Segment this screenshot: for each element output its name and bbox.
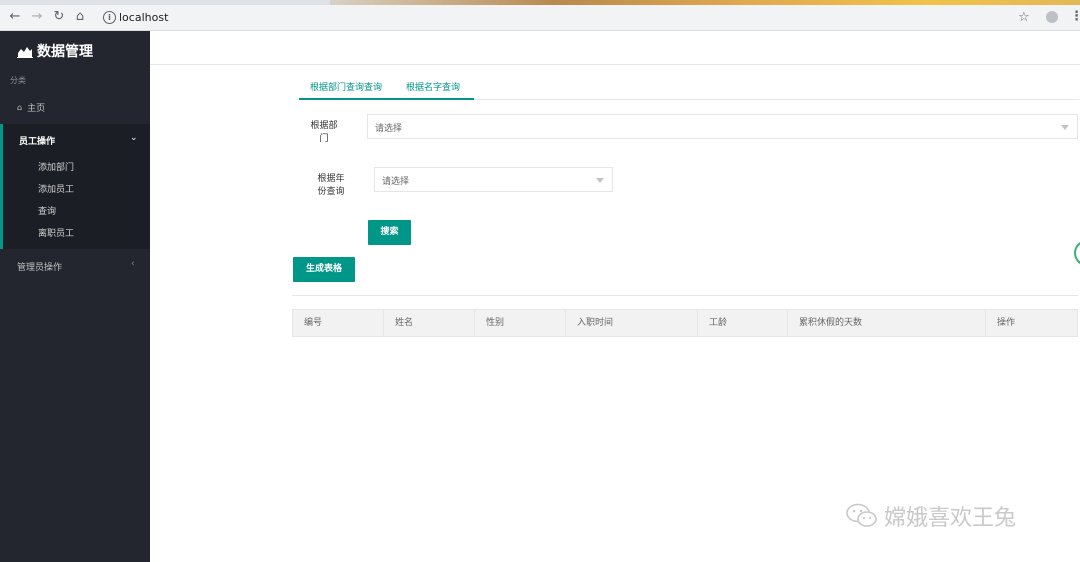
url-text: localhost (119, 11, 169, 24)
sidebar-group-employee: 员工操作 ⌄ 添加部门 添加员工 查询 离职员工 (0, 124, 150, 249)
sidebar-group-title[interactable]: 员工操作 (19, 134, 55, 147)
caret-down-icon (596, 178, 604, 183)
generate-table-button[interactable]: 生成表格 (293, 257, 355, 282)
query-tabs: 根据部门查询查询 根据名字查询 (299, 75, 1079, 100)
sidebar-item-query[interactable]: 查询 (38, 204, 56, 217)
brand[interactable]: 数据管理 (17, 41, 93, 61)
column-header-actions: 操作 (997, 318, 1016, 328)
browser-chrome: ← → ↻ ⌂ i localhost ☆ ⋮ (0, 0, 1080, 31)
sidebar: 数据管理 分类 ⌂ 主页 员工操作 ⌄ 添加部门 添加员工 查询 离职员工 管理… (0, 31, 150, 562)
sidebar-item-departed[interactable]: 离职员工 (38, 226, 74, 239)
column-header-name: 姓名 (384, 310, 475, 336)
year-label: 根据年份查询 (317, 174, 345, 197)
back-icon[interactable]: ← (8, 10, 22, 24)
browser-tabstrip (0, 0, 1080, 5)
chevron-left-icon[interactable]: ‹ (131, 259, 135, 269)
browser-menu-icon[interactable]: ⋮ (1070, 9, 1080, 24)
dept-select-placeholder: 请选择 (375, 124, 403, 134)
sidebar-category-label: 分类 (10, 76, 26, 85)
profile-avatar-icon[interactable] (1046, 11, 1058, 23)
sidebar-item-label: 主页 (27, 104, 46, 114)
dept-select[interactable]: 请选择 (367, 114, 1078, 139)
year-select-placeholder: 请选择 (382, 177, 410, 187)
tab-query-by-name[interactable]: 根据名字查询 (406, 80, 460, 93)
sidebar-item-add-employee[interactable]: 添加员工 (38, 182, 74, 195)
sidebar-item-admin[interactable]: 管理员操作 (17, 260, 62, 273)
home-icon: ⌂ (17, 103, 23, 112)
caret-down-icon (1061, 125, 1069, 130)
chevron-down-icon[interactable]: ⌄ (130, 133, 138, 143)
info-icon[interactable]: i (103, 11, 116, 24)
table-header: 编号 姓名 性别 入职时间 工龄 累积休假的天数 操作 (292, 309, 1078, 337)
column-header-seniority: 工龄 (698, 310, 788, 336)
column-header-gender: 性别 (475, 310, 566, 336)
column-header-leave-days: 累积休假的天数 (788, 310, 986, 336)
address-bar[interactable]: i localhost (95, 8, 1040, 28)
bookmark-star-icon[interactable]: ☆ (1018, 10, 1030, 25)
active-indicator (0, 124, 3, 249)
browser-tab-background (330, 0, 1080, 5)
search-button[interactable]: 搜索 (368, 220, 411, 245)
year-select[interactable]: 请选择 (374, 167, 613, 192)
wechat-icon (846, 503, 877, 527)
column-header-hire-date: 入职时间 (566, 310, 698, 336)
top-header (150, 31, 1080, 65)
home-icon[interactable]: ⌂ (73, 10, 87, 24)
floating-side-button[interactable] (1074, 240, 1080, 266)
reload-icon[interactable]: ↻ (52, 10, 66, 24)
tab-query-by-department[interactable]: 根据部门查询查询 (310, 80, 382, 93)
forward-icon[interactable]: → (30, 10, 44, 24)
column-header-id: 编号 (293, 310, 384, 336)
dept-label: 根据部门 (310, 121, 338, 144)
sidebar-item-add-department[interactable]: 添加部门 (38, 160, 74, 173)
watermark-text: 嫦娥喜欢王兔 (884, 506, 1017, 531)
tab-active-underline (299, 98, 474, 100)
brand-title: 数据管理 (37, 44, 93, 60)
area-chart-icon (17, 46, 33, 58)
sidebar-item-home[interactable]: ⌂ 主页 (17, 101, 45, 114)
watermark: 嫦娥喜欢王兔 (846, 500, 1016, 532)
content-divider (292, 295, 1078, 296)
